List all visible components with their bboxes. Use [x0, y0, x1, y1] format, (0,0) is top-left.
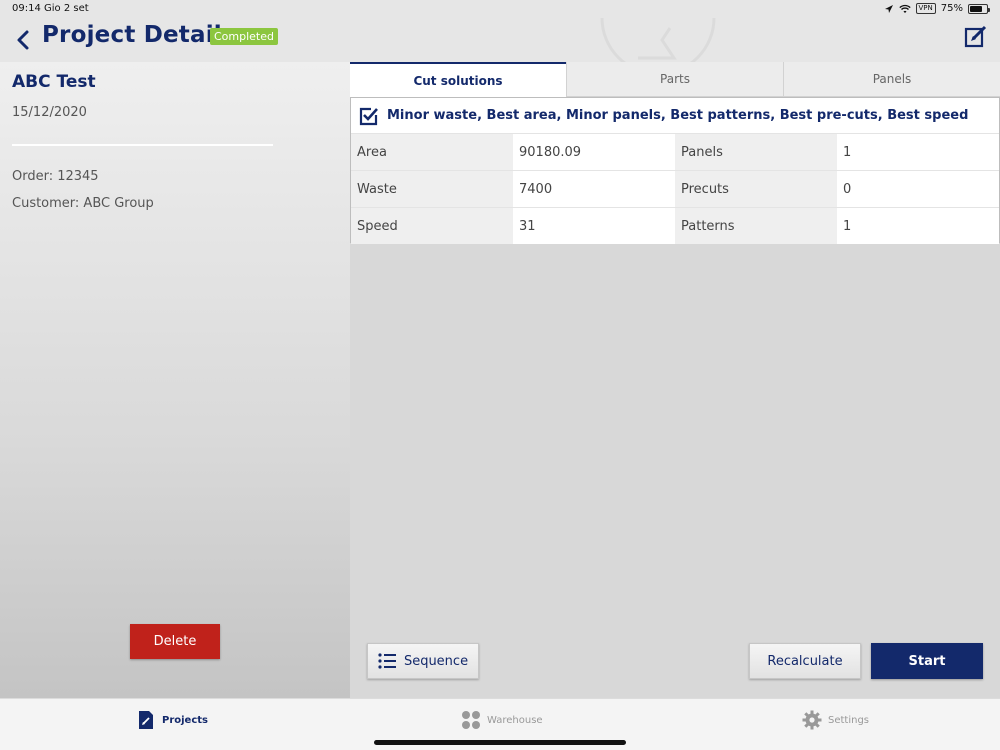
tabbar-item-settings[interactable]: Settings — [802, 709, 869, 731]
delete-button[interactable]: Delete — [130, 624, 220, 659]
page-title: Project Detail — [42, 22, 222, 48]
stat-value: 7400 — [513, 170, 675, 207]
stat-label: Area — [351, 133, 513, 170]
tabbar-item-warehouse[interactable]: Warehouse — [461, 709, 543, 731]
battery-fill — [970, 5, 982, 12]
recalculate-button[interactable]: Recalculate — [749, 643, 861, 679]
status-time: 09:14 — [12, 3, 41, 14]
battery-icon — [968, 3, 990, 14]
back-chevron-icon[interactable] — [12, 24, 34, 54]
solution-title: Minor waste, Best area, Minor panels, Be… — [387, 108, 969, 123]
edit-icon[interactable] — [964, 24, 988, 48]
status-indicators: VPN 75% — [884, 3, 990, 14]
sequence-label: Sequence — [403, 653, 469, 669]
stat-label: Waste — [351, 170, 513, 207]
battery-percent: 75% — [940, 3, 963, 14]
sequence-button[interactable]: Sequence — [367, 643, 479, 679]
start-button[interactable]: Start — [871, 643, 983, 679]
checkbox-checked-icon[interactable] — [359, 106, 379, 126]
order-number: Order: 12345 — [12, 169, 99, 184]
project-date: 15/12/2020 — [12, 105, 87, 120]
header: Project Detail Completed — [0, 18, 1000, 76]
wifi-icon — [898, 4, 911, 13]
stat-label: Speed — [351, 207, 513, 244]
home-indicator — [374, 740, 626, 745]
stat-value: 90180.09 — [513, 133, 675, 170]
tabbar-item-projects[interactable]: Projects — [136, 709, 208, 731]
solution-card[interactable]: Minor waste, Best area, Minor panels, Be… — [350, 97, 1000, 244]
tabbar-label: Projects — [162, 714, 209, 726]
divider — [12, 144, 273, 146]
tabbar-label: Settings — [828, 714, 870, 726]
location-icon — [884, 4, 893, 13]
tab-parts[interactable]: Parts — [566, 62, 783, 97]
solution-stats-table: Area 90180.09 Panels 1 Waste 7400 Precut… — [351, 133, 999, 244]
tab-cut-solutions[interactable]: Cut solutions — [350, 62, 566, 97]
tabbar-label: Warehouse — [487, 714, 543, 726]
solution-header: Minor waste, Best area, Minor panels, Be… — [351, 98, 999, 133]
warehouse-icon — [462, 711, 480, 729]
customer-name: Customer: ABC Group — [12, 196, 154, 211]
stat-value: 31 — [513, 207, 675, 244]
stat-value: 0 — [837, 170, 999, 207]
stat-label: Patterns — [675, 207, 837, 244]
status-bar: 09:14 Gio 2 set VPN 75% — [0, 0, 1000, 18]
stat-label: Precuts — [675, 170, 837, 207]
gear-icon — [802, 710, 822, 730]
project-info-panel: ABC Test 15/12/2020 Order: 12345 Custome… — [0, 62, 350, 698]
vpn-badge: VPN — [915, 3, 936, 14]
projects-icon — [139, 711, 153, 729]
tab-panels[interactable]: Panels — [783, 62, 1000, 97]
status-badge: Completed — [210, 28, 278, 45]
stat-label: Panels — [675, 133, 837, 170]
solutions-panel: Cut solutions Parts Panels Minor waste, … — [350, 62, 1000, 698]
stat-value: 1 — [837, 133, 999, 170]
status-date: Gio 2 set — [44, 3, 89, 14]
project-name: ABC Test — [12, 72, 96, 92]
list-icon — [378, 653, 396, 669]
stat-value: 1 — [837, 207, 999, 244]
tab-bar-top: Cut solutions Parts Panels — [350, 62, 1000, 97]
